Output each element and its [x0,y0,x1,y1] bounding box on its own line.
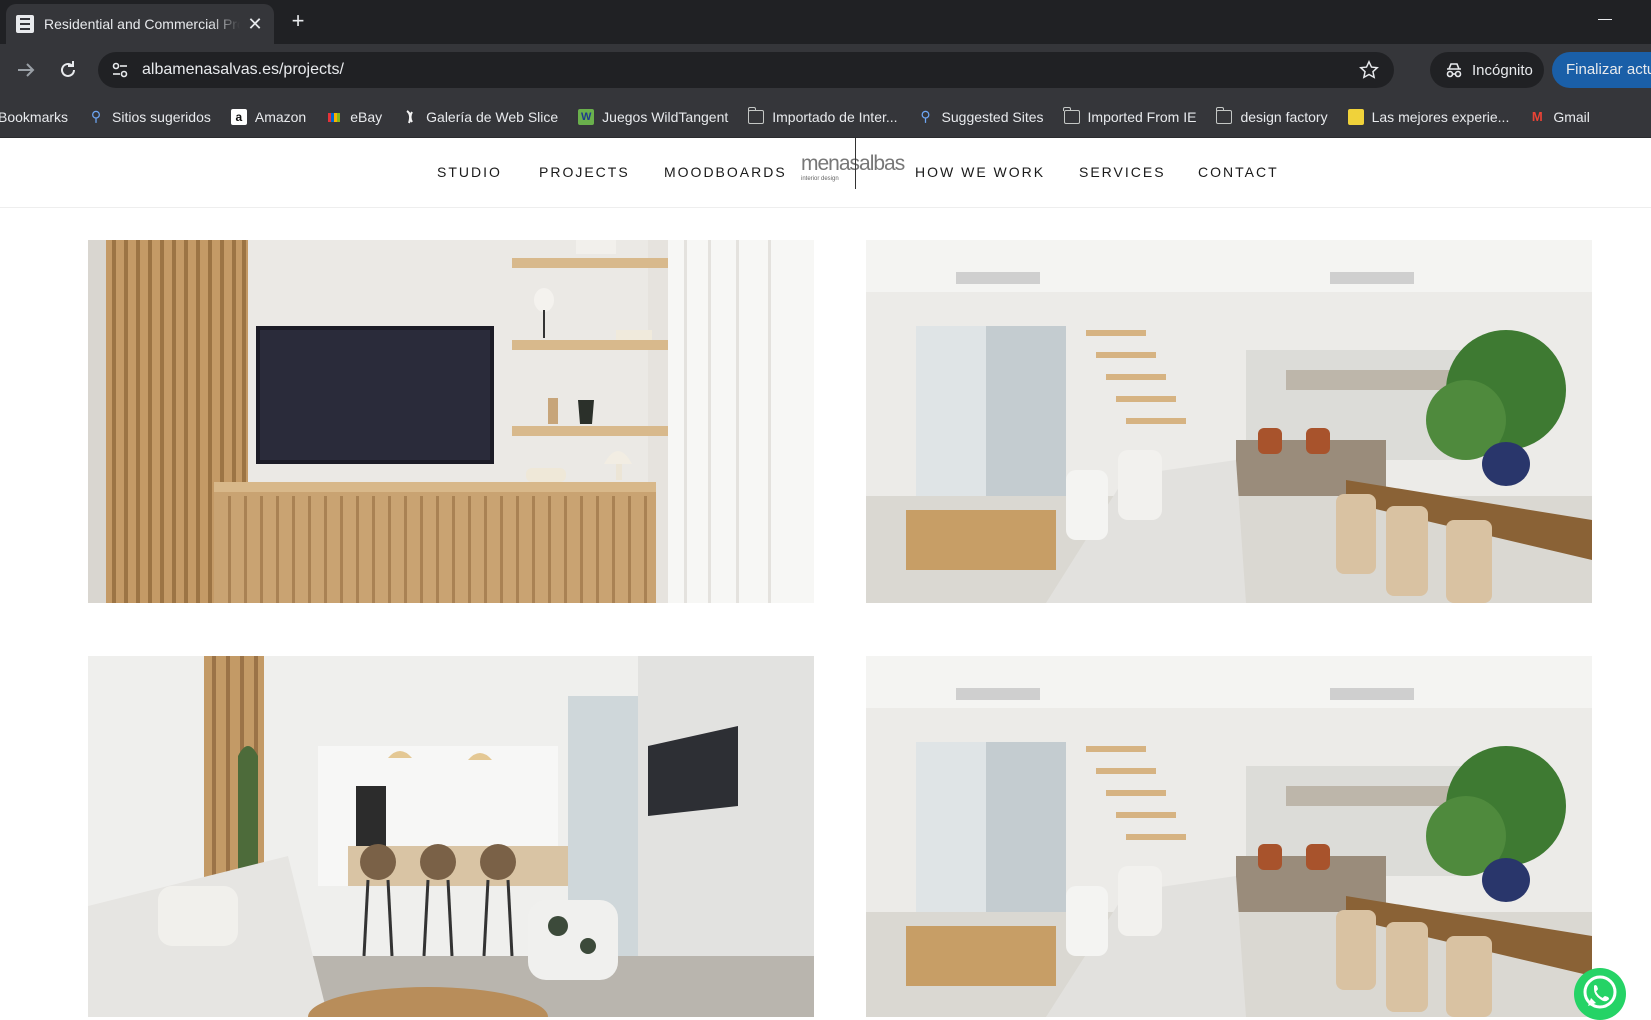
bookmark-label: Juegos WildTangent [602,108,729,125]
amazon-icon: a [230,108,247,125]
bookmark-label: Imported From IE [1087,108,1197,125]
reload-icon[interactable] [56,58,80,88]
nav-projects[interactable]: PROJECTS [539,164,630,180]
nav-services[interactable]: SERVICES [1079,164,1166,180]
bookmark-folder-imported-from-ie[interactable]: Imported From IE [1063,106,1197,125]
logo-divider [855,138,856,189]
search-icon: ⚲ [90,108,102,124]
folder-icon [1215,106,1233,125]
bookmark-label: eBay [350,108,383,125]
bookmark-label: Galería de Web Slice [426,108,559,125]
bookmark-ebay[interactable]: eBay [326,109,382,125]
bookmark-amazon[interactable]: a Amazon [230,108,307,125]
bookmark-web-slice[interactable]: Galería de Web Slice [402,109,558,125]
project-image-living-room-tv-wall[interactable] [88,240,814,603]
bookmark-label: Las mejores experie... [1371,108,1510,125]
folder-icon [1063,106,1080,125]
bookmark-label: Importado de Inter... [772,108,898,125]
gmail-icon: M [1531,109,1543,124]
bookmark-label: Suggested Sites [941,108,1044,125]
forward-arrow-icon[interactable] [14,58,38,88]
ebay-icon [326,109,342,125]
bookmark-label: Gmail [1553,108,1590,125]
bookmark-bookmarks[interactable]: Bookmarks [0,109,68,125]
experiences-icon [1347,108,1364,125]
whatsapp-chat-button[interactable] [1574,968,1626,1020]
project-image-open-plan-living-dining[interactable] [866,240,1592,603]
logo-subtitle: interior design [801,176,839,182]
search-icon: ⚲ [920,108,931,124]
address-bar[interactable]: albamenasalvas.es/projects/ [98,52,1394,88]
bookmarks-bar: Bookmarks ⚲ Sitios sugeridos a Amazon eB… [0,96,1651,138]
bookmark-suggested-sites[interactable]: ⚲ Suggested Sites [918,108,1044,125]
wildtangent-icon: W [578,108,595,125]
site-info-icon[interactable] [110,60,130,80]
nav-contact[interactable]: CONTACT [1198,164,1279,180]
bookmark-label: design factory [1240,108,1328,125]
bookmark-star-icon[interactable] [1358,59,1380,86]
project-image-living-kitchen[interactable] [88,656,814,1017]
bookmark-gmail[interactable]: M Gmail [1529,109,1590,125]
window-minimize-button[interactable] [1596,10,1616,30]
bookmark-las-mejores[interactable]: Las mejores experie... [1347,108,1510,125]
bookmark-folder-design-factory[interactable]: design factory [1215,106,1328,125]
incognito-icon [1444,60,1464,80]
finalize-update-button[interactable]: Finalizar actualización [1552,52,1651,88]
nav-how-we-work[interactable]: HOW WE WORK [915,164,1045,180]
bookmark-label: Amazon [254,108,307,125]
tab-title: Residential and Commercial Projects [44,16,240,32]
site-logo[interactable]: menasalbas interior design [799,138,905,190]
incognito-button[interactable]: Incógnito [1430,52,1544,88]
tab-close-icon[interactable]: ✕ [246,15,264,33]
folder-icon [747,106,765,125]
bookmark-wildtangent[interactable]: W Juegos WildTangent [578,108,729,125]
bookmark-folder-importado[interactable]: Importado de Inter... [747,106,898,125]
browser-tab[interactable]: Residential and Commercial Projects ✕ [6,4,274,44]
bookmark-sitios-sugeridos[interactable]: ⚲ Sitios sugeridos [88,108,211,125]
bookmark-label: Sitios sugeridos [112,108,211,125]
url-text: albamenasalvas.es/projects/ [142,61,344,78]
web-slice-icon [402,109,418,125]
project-image-open-plan-living-dining[interactable] [866,656,1592,1017]
bookmark-label: Bookmarks [0,108,69,125]
site-header: STUDIO PROJECTS MOODBOARDS menasalbas in… [0,138,1651,208]
browser-toolbar: albamenasalvas.es/projects/ Incógnito Fi… [0,44,1651,96]
browser-tab-strip: Residential and Commercial Projects ✕ + [0,0,1651,44]
new-tab-button[interactable]: + [286,10,310,34]
logo-text: menasalbas [801,152,905,175]
nav-moodboards[interactable]: MOODBOARDS [664,164,787,180]
incognito-label: Incógnito [1472,61,1533,79]
nav-studio[interactable]: STUDIO [437,164,502,180]
page-favicon-icon [16,15,34,33]
